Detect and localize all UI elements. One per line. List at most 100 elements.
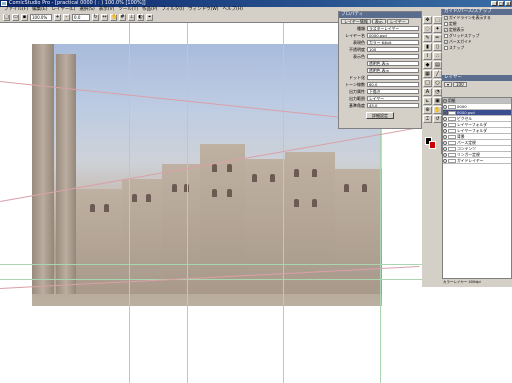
advanced-settings-button[interactable]: 詳細設定 xyxy=(366,112,394,119)
maximize-button[interactable]: □ xyxy=(498,1,504,6)
app-icon xyxy=(1,1,7,6)
open-icon[interactable]: ▭ xyxy=(12,14,19,21)
snap-icon[interactable]: ⌖ xyxy=(146,14,153,21)
ruler-icon[interactable]: ⊥ xyxy=(128,14,135,21)
close-button[interactable]: × xyxy=(505,1,511,6)
select-tool-icon[interactable]: ⬚ xyxy=(433,16,442,24)
eye-icon[interactable] xyxy=(443,104,447,109)
layer-row[interactable]: ガイドレイヤー xyxy=(443,158,511,164)
eye-icon[interactable] xyxy=(443,128,447,133)
pencil-tool-icon[interactable]: ✏ xyxy=(433,34,442,42)
prop-tone-field[interactable]: 60.0 xyxy=(367,82,419,87)
layer-thumbnail xyxy=(448,110,456,115)
frame-tool-icon[interactable]: ▣ xyxy=(433,97,442,105)
angle-combo[interactable]: 0.0 xyxy=(72,14,90,21)
checkbox-icon[interactable] xyxy=(444,46,448,50)
prop-transparent-field[interactable]: 透明色 表示 xyxy=(367,61,419,66)
prop-label: トーン線数 xyxy=(345,81,365,87)
prop-label: 不透明度 xyxy=(349,46,365,52)
pen-tool-icon[interactable]: ✎ xyxy=(423,34,432,42)
rect-tool-icon[interactable]: □ xyxy=(423,79,432,87)
prop-label: 表現色 xyxy=(353,39,365,45)
checkbox-icon[interactable]: ✓ xyxy=(444,28,448,32)
prop-name-field[interactable]: 0000.psd xyxy=(367,33,419,38)
checkbox-icon[interactable]: ✓ xyxy=(444,40,448,44)
pattern-tool-icon[interactable]: ▦ xyxy=(423,70,432,78)
tab-layer[interactable]: レイヤー xyxy=(386,19,409,24)
eye-icon[interactable] xyxy=(443,122,447,127)
eye-icon[interactable] xyxy=(443,158,447,163)
title-bar: ComicStudio Pro - [practical 0000 ( : ) … xyxy=(0,0,512,7)
line-tool-icon[interactable]: ╱ xyxy=(433,70,442,78)
right-dock: ✥ ⬚ ◌ ✦ ✎ ✏ ▮ ▯ ⌇ ∴ ◆ ▤ ▦ ╱ □ ○ A ◔ ⊾ ▣ ⊕ ✋ ⌶ ↺ ガイド/… xyxy=(422,9,512,383)
checkbox-icon[interactable]: ✓ xyxy=(444,16,448,20)
checkbox-icon[interactable] xyxy=(444,22,448,26)
prop-dot-field[interactable] xyxy=(367,75,419,80)
eye-icon[interactable] xyxy=(443,152,447,157)
tab-display[interactable]: 表示 xyxy=(371,19,386,24)
layer-name: 0000 xyxy=(457,104,467,109)
prop-label: ドット化 xyxy=(349,74,365,80)
new-icon[interactable]: □ xyxy=(3,14,10,21)
zoom-out-icon[interactable]: - xyxy=(63,14,70,21)
balloon-tool-icon[interactable]: ◔ xyxy=(433,88,442,96)
prop-opacity-field[interactable]: 100 xyxy=(367,47,419,52)
save-icon[interactable]: ▪ xyxy=(21,14,28,21)
lasso-tool-icon[interactable]: ◌ xyxy=(423,25,432,33)
prop-label: 出力属性 xyxy=(349,88,365,94)
layer-thumbnail xyxy=(448,104,456,109)
prop-range-field[interactable]: レイヤー xyxy=(367,96,419,101)
text-tool-icon[interactable]: A xyxy=(423,88,432,96)
prop-label: 表示色 xyxy=(353,53,365,59)
ruler-tool-icon[interactable]: ⊾ xyxy=(423,97,432,105)
eraser-tool-icon[interactable]: ▯ xyxy=(433,43,442,51)
prop-output-field[interactable]: 下描き xyxy=(367,89,419,94)
brush-tool-icon[interactable]: ⌇ xyxy=(423,52,432,60)
eye-icon[interactable] xyxy=(443,134,447,139)
eye-icon[interactable] xyxy=(443,116,447,121)
prop-transparent-field-2[interactable]: 透明色 表示 xyxy=(367,68,419,73)
layer-panel: レイヤー ▾ 100 用紙 0000 0000.psd ピクセル レイヤーフォル… xyxy=(442,75,512,287)
prop-type-field[interactable]: ラスターレイヤー xyxy=(367,26,419,31)
minimize-button[interactable]: _ xyxy=(491,1,497,6)
preview-icon[interactable]: ◐ xyxy=(137,14,144,21)
hand-tool-icon[interactable]: ✋ xyxy=(433,106,442,114)
hand-icon[interactable]: ✋ xyxy=(110,14,117,21)
flip-icon[interactable]: ↔ xyxy=(101,14,108,21)
checkbox-icon[interactable] xyxy=(444,34,448,38)
zoom-in-icon[interactable]: + xyxy=(54,14,61,21)
layer-thumbnail xyxy=(448,128,456,133)
background-color-swatch[interactable] xyxy=(429,141,436,149)
airbrush-tool-icon[interactable]: ∴ xyxy=(433,52,442,60)
rotate-icon[interactable]: ↻ xyxy=(92,14,99,21)
eye-icon[interactable] xyxy=(443,98,447,103)
prop-color-field[interactable]: カラー 64bit xyxy=(367,40,419,45)
eye-icon[interactable] xyxy=(443,110,447,115)
prop-label: レイヤー名 xyxy=(345,32,365,38)
layer-thumbnail xyxy=(448,158,456,163)
zoom-combo[interactable]: 100.0% xyxy=(30,14,52,21)
prop-angle-field[interactable]: 45.0 xyxy=(367,103,419,108)
layer-opacity-combo[interactable]: 100 xyxy=(453,82,467,87)
move-tool-icon[interactable]: ✥ xyxy=(423,16,432,24)
layer-thumbnail xyxy=(448,122,456,127)
ellipse-tool-icon[interactable]: ○ xyxy=(433,79,442,87)
eyedropper-tool-icon[interactable]: ⌶ xyxy=(423,115,432,123)
prop-display-color-field[interactable] xyxy=(367,54,419,59)
wand-tool-icon[interactable]: ✦ xyxy=(433,25,442,33)
marker-tool-icon[interactable]: ▮ xyxy=(423,43,432,51)
rotate-tool-icon[interactable]: ↺ xyxy=(433,115,442,123)
gradient-tool-icon[interactable]: ▤ xyxy=(433,61,442,69)
zoom-tool-icon[interactable]: ⊕ xyxy=(423,106,432,114)
guide-panel: ガイド/パース/スナップ ✓ ガイドラインを表示する 定規 ✓ 定規表示 グリッドス… xyxy=(442,9,512,75)
snap-option[interactable]: スナップ xyxy=(442,45,512,51)
tab-layer-info[interactable]: レイヤー情報 xyxy=(341,19,371,24)
eye-icon[interactable] xyxy=(443,140,447,145)
grid-icon[interactable]: # xyxy=(119,14,126,21)
eye-icon[interactable] xyxy=(443,146,447,151)
canvas-image xyxy=(32,44,382,306)
layer-mode-combo[interactable]: ▾ xyxy=(444,82,453,87)
fill-tool-icon[interactable]: ◆ xyxy=(423,61,432,69)
prop-label: 基準角度 xyxy=(349,102,365,108)
option-label: スナップ xyxy=(449,45,465,50)
